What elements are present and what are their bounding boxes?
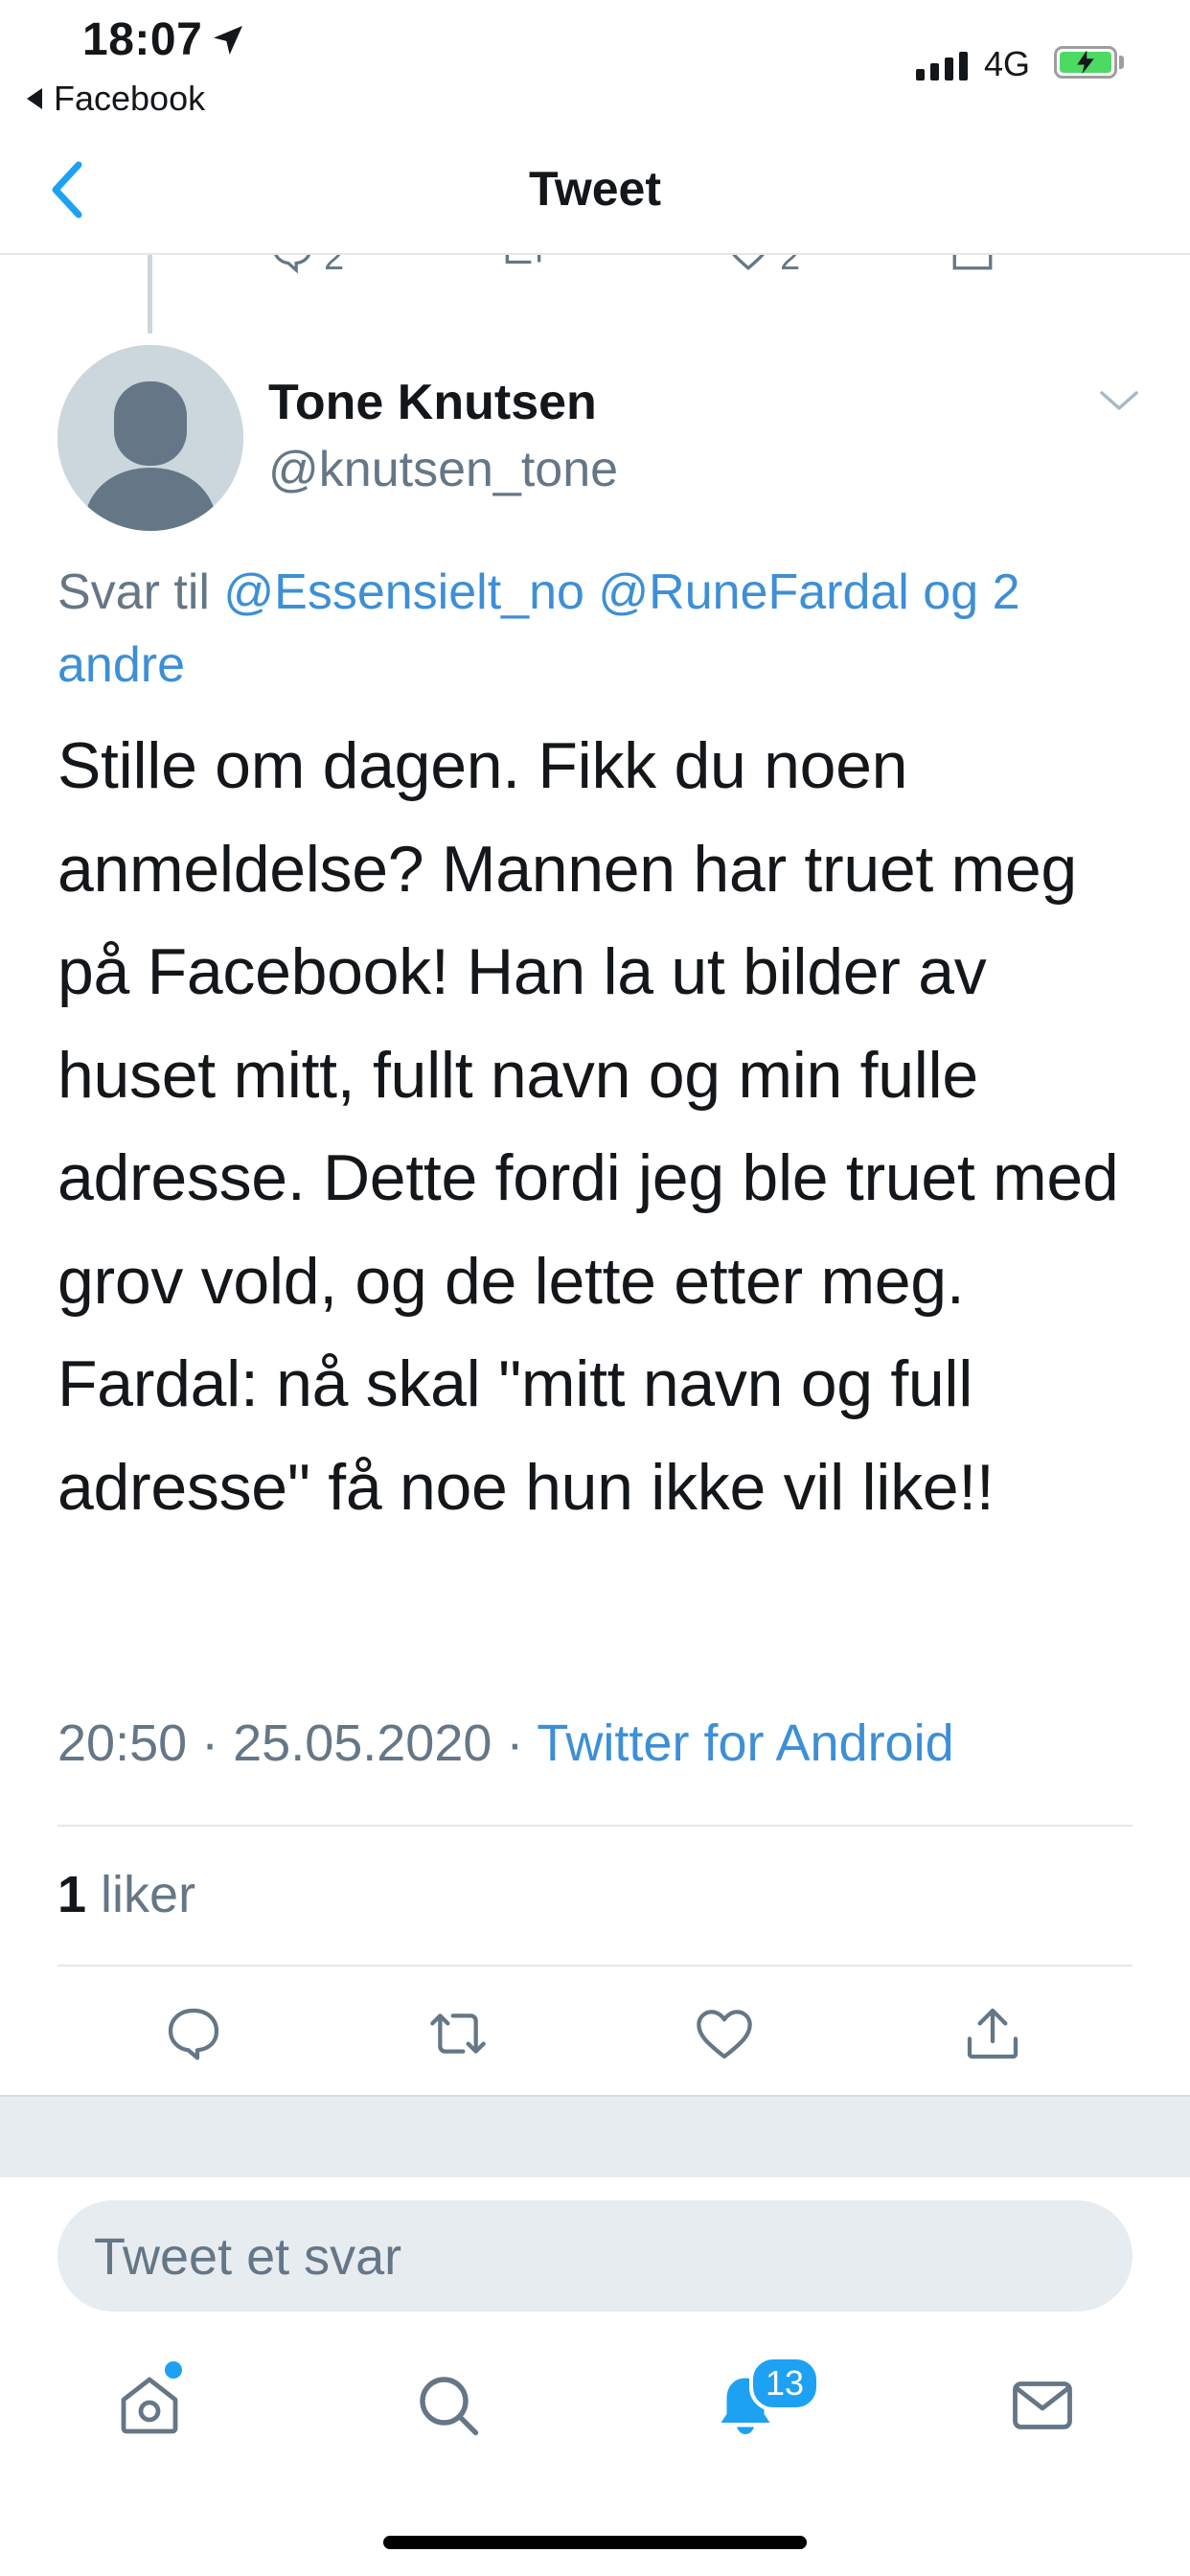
likes-summary[interactable]: 1 liker [57, 1865, 195, 1924]
previous-tweet-actions: 2 2 [0, 255, 1190, 284]
reply-composer[interactable] [57, 2200, 1133, 2313]
search-icon[interactable] [414, 2371, 483, 2440]
back-to-app-link[interactable]: Facebook [27, 79, 205, 119]
home-new-indicator [165, 2361, 182, 2379]
share-icon[interactable] [962, 2003, 1023, 2064]
section-separator [0, 2095, 1190, 2177]
tweet-text: Stille om dagen. Fikk du noen anmeldelse… [57, 729, 1119, 1524]
thread-line [148, 255, 152, 334]
location-arrow-icon [214, 26, 242, 55]
page-title: Tweet [529, 162, 661, 216]
charging-bolt-icon [1077, 50, 1094, 75]
reply-prefix: Svar til [57, 564, 224, 620]
status-time: 18:07 [82, 14, 203, 65]
likes-label: liker [86, 1866, 196, 1923]
author-handle[interactable]: @knutsen_tone [268, 441, 618, 498]
nav-divider [0, 253, 1190, 255]
tweet-time: 20:50 [57, 1714, 188, 1772]
like-icon[interactable] [724, 255, 772, 274]
divider [57, 1965, 1133, 1966]
reply-icon[interactable] [268, 255, 316, 274]
likes-count: 1 [57, 1866, 87, 1923]
reply-icon[interactable] [163, 2003, 224, 2064]
messages-icon[interactable] [1008, 2371, 1077, 2440]
signal-strength-icon [916, 50, 968, 80]
retweet-icon[interactable] [427, 2003, 489, 2064]
back-triangle-icon [27, 88, 42, 109]
share-icon[interactable] [949, 255, 996, 274]
home-icon[interactable] [115, 2371, 184, 2440]
avatar[interactable] [57, 345, 243, 531]
default-avatar-icon [57, 345, 243, 531]
home-indicator[interactable] [383, 2536, 807, 2549]
back-app-label: Facebook [54, 79, 206, 118]
battery-cap [1119, 56, 1124, 69]
divider [57, 1825, 1133, 1827]
network-type: 4G [984, 44, 1031, 83]
meta-separator: · [492, 1714, 538, 1772]
reply-context: Svar til @Essensielt_no @RuneFardal og 2… [57, 556, 1140, 702]
previous-like-count: 2 [780, 255, 801, 278]
like-icon[interactable] [694, 2003, 755, 2064]
author-name[interactable]: Tone Knutsen [268, 374, 597, 431]
tweet-source-link[interactable]: Twitter for Android [537, 1714, 953, 1772]
tweet-meta: 20:50 · 25.05.2020 · Twitter for Android [57, 1714, 954, 1773]
meta-separator: · [187, 1714, 234, 1772]
previous-reply-count: 2 [324, 255, 345, 278]
tweet-date: 25.05.2020 [233, 1714, 492, 1772]
retweet-icon[interactable] [498, 255, 548, 274]
reply-input[interactable] [92, 2200, 1092, 2313]
chevron-down-icon[interactable] [1098, 387, 1140, 414]
section-separator-border [0, 2095, 1190, 2097]
notifications-badge: 13 [749, 2356, 820, 2411]
